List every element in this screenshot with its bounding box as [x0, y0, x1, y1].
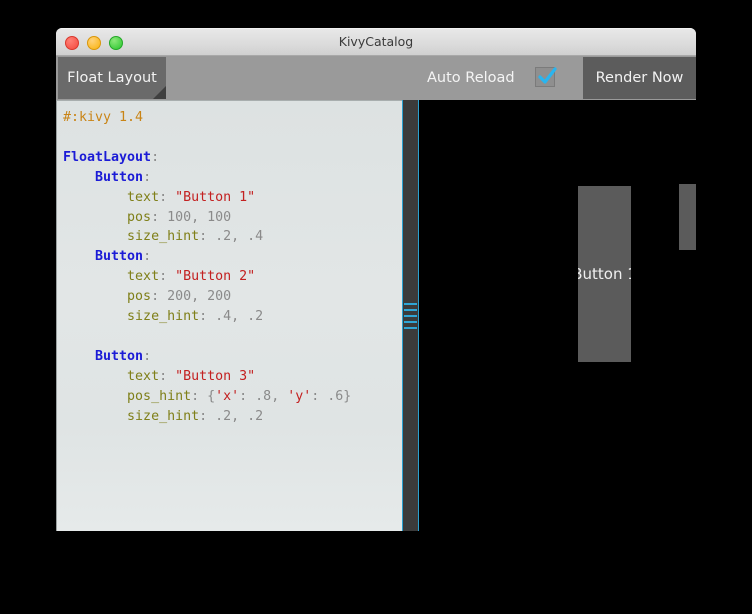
- code-line: text: "Button 3": [63, 367, 400, 387]
- code-token: text: [127, 189, 160, 205]
- code-token: 200, 200: [167, 289, 232, 305]
- code-line: pos: 200, 200: [63, 287, 400, 307]
- code-token: .2, .4: [215, 229, 264, 245]
- preview-button-label: Button 1: [578, 265, 631, 283]
- code-token: Button: [95, 348, 144, 364]
- code-line: Button:: [63, 247, 400, 267]
- code-token: Button: [95, 169, 144, 185]
- code-token: ,: [271, 388, 288, 404]
- preview-button[interactable]: Button: [679, 184, 696, 250]
- auto-reload-label: Auto Reload: [427, 70, 515, 86]
- code-token: size_hint: [127, 229, 200, 245]
- editor-scrollbar-grip[interactable]: [403, 299, 418, 335]
- code-token: size_hint: [127, 408, 200, 424]
- code-token: :: [199, 408, 216, 424]
- layout-preview: Button 1ButtonButton 3: [420, 100, 696, 531]
- code-token: :: [151, 289, 168, 305]
- code-token: pos: [127, 289, 152, 305]
- code-token: :: [239, 388, 256, 404]
- code-line: text: "Button 1": [63, 188, 400, 208]
- code-token: text: [127, 368, 160, 384]
- toolbar: Float Layout Auto Reload Render Now: [56, 56, 696, 100]
- code-token: Button: [95, 249, 144, 265]
- code-token: :: [143, 348, 152, 364]
- code-token: "Button 2": [175, 269, 256, 285]
- code-token: :: [199, 229, 216, 245]
- layout-spinner[interactable]: Float Layout: [58, 57, 166, 99]
- code-line: Button:: [63, 347, 400, 367]
- code-token: :: [199, 309, 216, 325]
- code-token: #:kivy 1.4: [63, 110, 144, 125]
- preview-button[interactable]: Button 1: [578, 186, 631, 362]
- code-token: :: [159, 368, 176, 384]
- code-line: pos: 100, 100: [63, 208, 400, 228]
- window-titlebar: KivyCatalog: [56, 28, 696, 56]
- code-token: "Button 1": [175, 189, 256, 205]
- code-token: 'y': [287, 388, 312, 404]
- kv-code-text[interactable]: #:kivy 1.4 FloatLayout: Button: text: "B…: [63, 108, 400, 427]
- code-token: 'x': [215, 388, 240, 404]
- code-token: :: [311, 388, 328, 404]
- code-token: :: [151, 209, 168, 225]
- window-body: #:kivy 1.4 FloatLayout: Button: text: "B…: [56, 100, 696, 531]
- code-token: "Button 3": [175, 368, 256, 384]
- render-now-button[interactable]: Render Now: [583, 57, 696, 99]
- kv-code-editor[interactable]: #:kivy 1.4 FloatLayout: Button: text: "B…: [56, 100, 402, 531]
- code-token: }: [343, 388, 352, 404]
- code-token: :: [143, 169, 152, 185]
- screen: KivyCatalog Float Layout Auto Reload Ren…: [0, 0, 752, 614]
- editor-scrollbar[interactable]: [402, 100, 419, 531]
- spinner-dropdown-triangle-icon: [153, 86, 166, 99]
- kivycatalog-window: KivyCatalog Float Layout Auto Reload Ren…: [56, 28, 696, 531]
- code-token: : {: [191, 388, 216, 404]
- code-line: size_hint: .2, .2: [63, 407, 400, 427]
- code-token: .2, .2: [215, 408, 264, 424]
- code-token: :: [159, 269, 176, 285]
- auto-reload-checkbox[interactable]: [535, 67, 557, 89]
- code-line: #:kivy 1.4: [63, 108, 400, 128]
- code-token: :: [143, 249, 152, 265]
- code-line: pos_hint: {'x': .8, 'y': .6}: [63, 387, 400, 407]
- render-now-label: Render Now: [595, 70, 684, 86]
- code-token: FloatLayout: [63, 149, 152, 165]
- code-token: size_hint: [127, 309, 200, 325]
- code-line: Button:: [63, 168, 400, 188]
- code-line: size_hint: .4, .2: [63, 307, 400, 327]
- code-token: .6: [327, 388, 344, 404]
- code-token: .8: [255, 388, 272, 404]
- code-line: FloatLayout:: [63, 148, 400, 168]
- code-token: .4, .2: [215, 309, 264, 325]
- code-token: :: [159, 189, 176, 205]
- checkmark-icon: [538, 67, 557, 84]
- code-token: 100, 100: [167, 209, 232, 225]
- code-token: pos: [127, 209, 152, 225]
- code-line: text: "Button 2": [63, 267, 400, 287]
- code-line: size_hint: .2, .4: [63, 227, 400, 247]
- layout-spinner-label: Float Layout: [67, 70, 157, 86]
- code-token: :: [151, 149, 160, 165]
- code-token: text: [127, 269, 160, 285]
- window-title: KivyCatalog: [338, 34, 414, 49]
- code-token: pos_hint: [127, 388, 192, 404]
